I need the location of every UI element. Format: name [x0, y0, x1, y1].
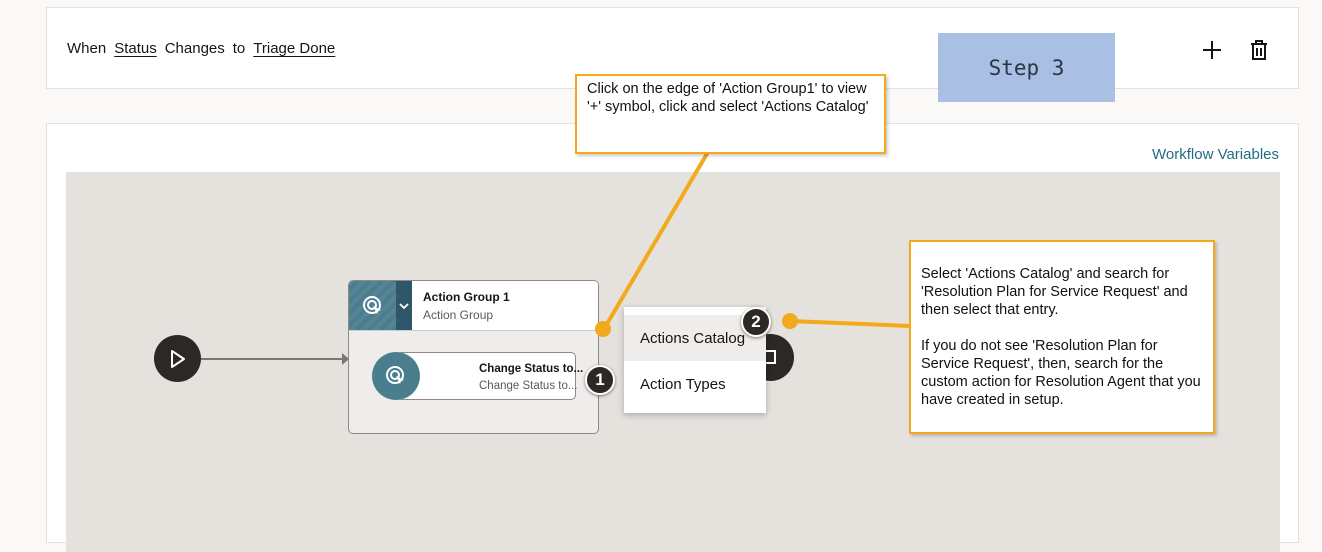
callout-anchor-dot [782, 313, 798, 329]
instruction-callout: Click on the edge of 'Action Group1' to … [575, 74, 886, 154]
callout-paragraph: If you do not see 'Resolution Plan for S… [921, 338, 1201, 408]
callout-paragraph: Select 'Actions Catalog' and search for … [921, 266, 1188, 318]
step-badge: 1 [585, 365, 615, 395]
step-label: Step 3 [938, 33, 1115, 102]
callout-anchor-dot [595, 321, 611, 337]
step-badge: 2 [741, 307, 771, 337]
instruction-callout: Select 'Actions Catalog' and search for … [909, 240, 1215, 434]
